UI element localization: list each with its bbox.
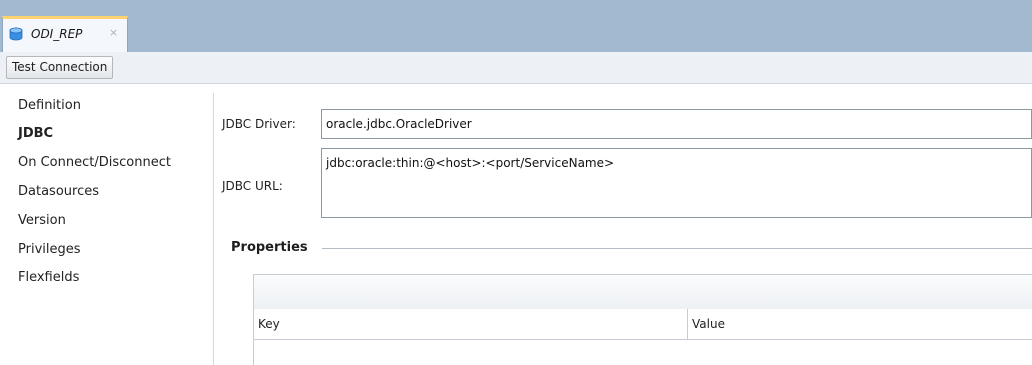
section-divider [322,248,1032,249]
sidebar-item-jdbc[interactable]: JDBC [18,126,53,141]
jdbc-url-field[interactable]: jdbc:oracle:thin:@<host>:<port/ServiceNa… [321,148,1032,218]
close-icon[interactable]: × [109,26,118,39]
sidebar-nav: Definition JDBC On Connect/Disconnect Da… [8,93,214,365]
table-header-row: Key Value [254,309,1032,340]
sidebar-item-flexfields[interactable]: Flexfields [18,270,79,285]
sidebar-item-definition[interactable]: Definition [18,98,81,113]
sidebar-item-version[interactable]: Version [18,213,66,228]
jdbc-driver-field[interactable] [321,109,1032,139]
editor-tab-title: ODI_REP [31,27,83,41]
editor-toolbar: Test Connection [0,52,1032,84]
column-header-key[interactable]: Key [258,317,280,331]
editor-tab-strip: ODI_REP × [0,0,1032,52]
test-connection-button[interactable]: Test Connection [6,56,114,79]
sidebar-item-on-connect-disconnect[interactable]: On Connect/Disconnect [18,155,171,170]
jdbc-url-label: JDBC URL: [222,179,283,193]
properties-table: Key Value [253,274,1032,365]
table-toolbar [254,275,1032,310]
jdbc-driver-label: JDBC Driver: [222,117,296,131]
column-header-value[interactable]: Value [692,317,725,331]
sidebar-item-privileges[interactable]: Privileges [18,242,81,257]
properties-heading: Properties [231,240,308,255]
database-icon [9,27,23,41]
editor-tab-odi-rep[interactable]: ODI_REP × [2,16,128,52]
column-divider[interactable] [687,309,688,339]
sidebar-item-datasources[interactable]: Datasources [18,184,99,199]
